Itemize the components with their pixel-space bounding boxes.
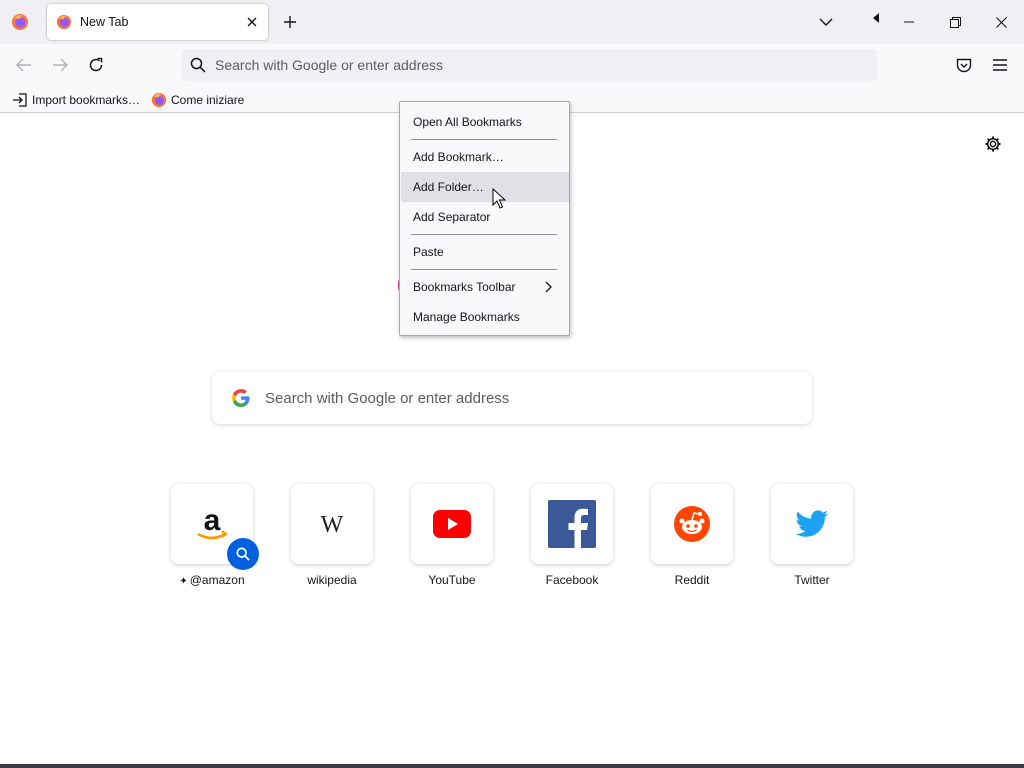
- search-icon: [236, 547, 250, 561]
- menu-separator: [411, 234, 557, 235]
- pocket-button[interactable]: [949, 50, 979, 80]
- firefox-menu-icon: [12, 14, 28, 30]
- triangle-left-icon: [873, 13, 879, 23]
- forward-button[interactable]: [45, 50, 75, 80]
- top-site-reddit[interactable]: Reddit: [651, 484, 733, 587]
- bookmark-label: Import bookmarks…: [32, 93, 141, 107]
- top-site-youtube[interactable]: YouTube: [411, 484, 493, 587]
- google-icon: [231, 388, 251, 408]
- search-shortcut-badge: [227, 538, 259, 570]
- minimize-icon: [904, 21, 914, 23]
- menu-item-add-separator[interactable]: Add Separator: [401, 202, 569, 232]
- restore-icon: [949, 16, 961, 28]
- bookmark-label: Come iniziare: [171, 93, 245, 107]
- bookmarks-context-menu: Open All Bookmarks Add Bookmark… Add Fol…: [399, 101, 570, 336]
- top-site-tile[interactable]: W: [291, 484, 373, 564]
- top-site-tile[interactable]: a: [171, 484, 259, 570]
- menu-item-label: Add Separator: [413, 210, 491, 224]
- menu-item-label: Add Bookmark…: [413, 150, 504, 164]
- menu-item-add-bookmark[interactable]: Add Bookmark…: [401, 142, 569, 172]
- customize-page-button[interactable]: [980, 131, 1006, 157]
- youtube-logo-icon: [433, 510, 471, 538]
- page-search-input[interactable]: [265, 389, 785, 407]
- hamburger-menu-icon: [993, 59, 1007, 71]
- url-bar[interactable]: [182, 49, 877, 81]
- top-site-label: wikipedia: [307, 573, 357, 587]
- facebook-logo-icon: [548, 500, 596, 548]
- tab-title: New Tab: [80, 15, 129, 29]
- svg-text:W: W: [321, 512, 344, 538]
- menu-item-label: Bookmarks Toolbar: [413, 280, 516, 294]
- top-site-wikipedia[interactable]: W wikipedia: [291, 484, 373, 587]
- menu-separator: [411, 139, 557, 140]
- url-input[interactable]: [215, 57, 855, 73]
- menu-item-label: Manage Bookmarks: [413, 310, 520, 324]
- reload-icon: [89, 57, 103, 72]
- firefox-icon: [151, 92, 167, 108]
- menu-item-label: Add Folder…: [413, 180, 484, 194]
- window-close-icon: [995, 16, 1007, 28]
- top-site-facebook[interactable]: Facebook: [531, 484, 613, 587]
- menu-separator: [411, 269, 557, 270]
- tab-strip: New Tab: [0, 0, 1024, 44]
- top-site-label: Twitter: [794, 573, 830, 587]
- mouse-cursor-icon: [492, 188, 506, 209]
- top-site-tile[interactable]: [411, 484, 493, 564]
- plus-icon: [284, 16, 296, 28]
- svg-text:a: a: [204, 504, 221, 537]
- wikipedia-logo-icon: W: [321, 512, 344, 538]
- pin-icon: ✦: [179, 576, 188, 587]
- top-site-label: Reddit: [674, 573, 710, 587]
- chevron-down-icon: [819, 18, 833, 26]
- twitter-logo-icon: [795, 510, 828, 537]
- menu-item-label: Paste: [413, 245, 444, 259]
- restore-button[interactable]: [933, 4, 977, 40]
- amazon-logo-icon: a: [197, 504, 228, 540]
- menu-item-add-folder[interactable]: Add Folder…: [401, 172, 569, 202]
- back-arrow-icon: [16, 58, 31, 72]
- menu-item-manage-bookmarks[interactable]: Manage Bookmarks: [401, 302, 569, 332]
- chevron-right-icon: [545, 281, 555, 293]
- top-site-tile[interactable]: [531, 484, 613, 564]
- import-icon: [12, 92, 28, 108]
- firefox-view-button[interactable]: [4, 6, 36, 38]
- minimize-button[interactable]: [887, 4, 931, 40]
- firefox-icon: [56, 14, 72, 30]
- tab-scroll-button[interactable]: [866, 8, 886, 28]
- top-site-label: Facebook: [545, 573, 599, 587]
- window-close-button[interactable]: [979, 4, 1023, 40]
- tab-close-button[interactable]: [240, 10, 264, 34]
- menu-item-open-all-bookmarks[interactable]: Open All Bookmarks: [401, 107, 569, 137]
- new-tab-button[interactable]: [276, 8, 304, 36]
- gear-icon: [985, 136, 1001, 152]
- list-all-tabs-button[interactable]: [812, 8, 840, 36]
- taskbar-edge: [0, 764, 1024, 768]
- menu-item-label: Open All Bookmarks: [413, 115, 522, 129]
- forward-arrow-icon: [53, 58, 68, 72]
- top-site-twitter[interactable]: Twitter: [771, 484, 853, 587]
- top-site-tile[interactable]: [651, 484, 733, 564]
- tab-new-tab[interactable]: New Tab: [47, 4, 268, 40]
- reddit-logo-icon: [674, 506, 710, 542]
- menu-item-paste[interactable]: Paste: [401, 237, 569, 267]
- top-site-tile[interactable]: [771, 484, 853, 564]
- top-site-label: YouTube: [428, 573, 476, 587]
- back-button[interactable]: [9, 50, 39, 80]
- menu-item-bookmarks-toolbar[interactable]: Bookmarks Toolbar: [401, 272, 569, 302]
- pocket-icon: [956, 58, 972, 72]
- close-icon: [247, 17, 257, 27]
- app-menu-button[interactable]: [985, 50, 1015, 80]
- page-search-box[interactable]: [212, 372, 812, 424]
- top-site-amazon[interactable]: a ✦ @amazon: [171, 484, 259, 587]
- navigation-toolbar: [0, 44, 1024, 86]
- top-site-label: @amazon: [189, 573, 245, 587]
- bookmark-import[interactable]: Import bookmarks…: [12, 89, 140, 111]
- search-icon: [190, 57, 206, 73]
- bookmark-come-iniziare[interactable]: Come iniziare: [151, 89, 244, 111]
- reload-button[interactable]: [81, 50, 111, 80]
